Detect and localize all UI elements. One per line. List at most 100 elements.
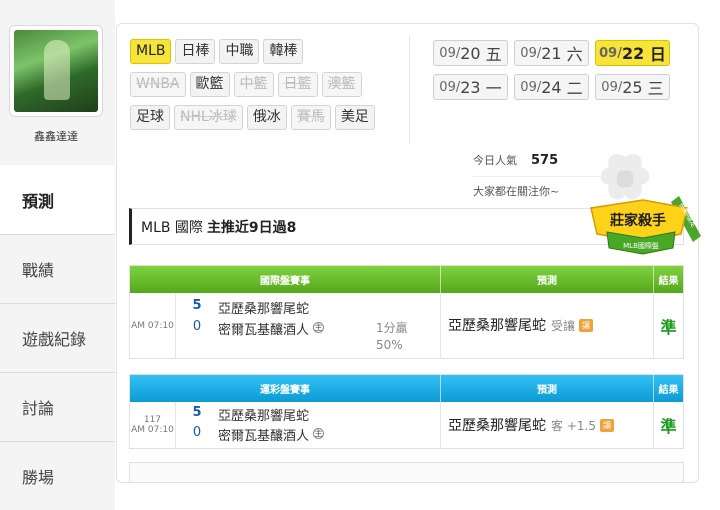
league-row: MLB 日棒 中職 韓棒 — [130, 39, 410, 64]
league-euro-basketball[interactable]: 歐籃 — [189, 72, 230, 97]
handicap-tag: 讓 — [579, 318, 594, 332]
popularity: 今日人氣 575 — [473, 152, 558, 168]
home-team-name[interactable]: 密爾瓦基釀酒人 — [218, 319, 309, 338]
date-day: 20 — [460, 43, 481, 63]
away-team: 5 亞歷桑那響尾蛇 — [176, 405, 309, 424]
date-0924[interactable]: 09/24 二 — [514, 74, 589, 100]
header-game: 運彩盤賽事 — [130, 375, 441, 402]
date-0921[interactable]: 09/21 六 — [514, 40, 589, 66]
predicted-line: 受讓 — [551, 318, 576, 333]
spread-result: 1分贏 50% — [376, 320, 408, 354]
date-month: 09/ — [439, 45, 461, 61]
username[interactable]: 鑫鑫達達 — [0, 128, 112, 144]
avatar-frame[interactable] — [9, 25, 103, 117]
date-weekday: 日 — [649, 45, 666, 64]
date-0923[interactable]: 09/23 一 — [433, 74, 508, 100]
header-prediction: 預測 — [441, 266, 654, 293]
home-indicator: 主 — [313, 428, 325, 439]
international-odds-table: 國際盤賽事 預測 結果 AM 07:10 5 亞歷桑那響尾蛇 0 密爾瓦基釀酒人… — [129, 265, 684, 359]
date-day: 23 — [460, 77, 481, 97]
prediction-cell: 亞歷桑那響尾蛇 客 +1.5 讓 — [441, 402, 654, 448]
attention-text: 大家都在關注你~ — [473, 185, 560, 198]
side-nav: 預測 戰績 遊戲紀錄 討論 勝場 — [0, 165, 115, 510]
badge-subtitle: MLB國際盤 — [623, 241, 659, 250]
league-filter: MLB 日棒 中職 韓棒 WNBA 歐籃 中籃 日籃 澳籃 足球 NHL冰球 俄… — [130, 39, 410, 138]
result-cell: 準 — [660, 417, 677, 436]
sidebar-item-record[interactable]: 戰績 — [0, 234, 115, 303]
league-russian-hockey[interactable]: 俄冰 — [246, 105, 287, 130]
date-picker: 09/20 五 09/21 六 09/22 日 09/23 一 09/24 二 … — [433, 40, 683, 108]
divider — [409, 36, 410, 144]
spread-text: 1分贏 — [376, 321, 408, 335]
league-cpbl[interactable]: 中職 — [219, 39, 260, 64]
game-time-cell: 117 AM 07:10 — [130, 402, 176, 448]
league-kbo[interactable]: 韓棒 — [263, 39, 304, 64]
header-result: 結果 — [658, 276, 679, 287]
game-time: AM 07:10 — [131, 425, 174, 435]
popularity-count: 575 — [531, 153, 559, 168]
popularity-label: 今日人氣 — [473, 154, 517, 167]
predicted-team: 亞歷桑那響尾蛇 客 +1.5 讓 — [448, 415, 614, 435]
header-game: 國際盤賽事 — [130, 266, 441, 293]
league-nhl: NHL冰球 — [174, 105, 243, 130]
next-table-edge — [129, 462, 684, 482]
badge-title: 莊家殺手 — [610, 212, 666, 229]
main-panel: MLB 日棒 中職 韓棒 WNBA 歐籃 中籃 日籃 澳籃 足球 NHL冰球 俄… — [116, 23, 701, 483]
date-row: 09/23 一 09/24 二 09/25 三 — [433, 74, 683, 100]
predicted-team-name: 亞歷桑那響尾蛇 — [448, 418, 546, 434]
away-team-name[interactable]: 亞歷桑那響尾蛇 — [218, 298, 309, 317]
game-time-cell: AM 07:10 — [130, 293, 176, 358]
away-score: 5 — [192, 298, 202, 313]
matchup-cell: 5 亞歷桑那響尾蛇 0 密爾瓦基釀酒人 主 — [176, 402, 441, 448]
date-row: 09/20 五 09/21 六 09/22 日 — [433, 40, 683, 66]
spread-percent: 50% — [376, 338, 403, 352]
matchup-cell: 5 亞歷桑那響尾蛇 0 密爾瓦基釀酒人 主 1分贏 50% — [176, 293, 441, 358]
league-row: WNBA 歐籃 中籃 日籃 澳籃 — [130, 72, 410, 97]
date-weekday: 二 — [566, 79, 583, 98]
date-day: 25 — [622, 77, 643, 97]
date-weekday: 三 — [647, 79, 664, 98]
sidebar-item-wins[interactable]: 勝場 — [0, 441, 115, 510]
sports-lottery-table: 運彩盤賽事 預測 結果 117 AM 07:10 5 亞歷桑那響尾蛇 0 密爾瓦… — [129, 374, 684, 449]
home-team-name[interactable]: 密爾瓦基釀酒人 — [218, 425, 309, 444]
sidebar: 鑫鑫達達 預測 戰績 遊戲紀錄 討論 勝場 — [0, 0, 115, 510]
date-month: 09/ — [601, 79, 623, 95]
home-score: 0 — [192, 319, 202, 334]
league-soccer[interactable]: 足球 — [130, 105, 170, 130]
league-jp-baseball[interactable]: 日棒 — [175, 39, 216, 64]
home-team: 0 密爾瓦基釀酒人 主 — [176, 319, 325, 338]
prediction-league: MLB 國際 — [141, 219, 203, 236]
date-month: 09/ — [520, 79, 542, 95]
date-weekday: 五 — [485, 45, 502, 64]
avatar[interactable] — [14, 30, 98, 112]
predicted-team: 亞歷桑那響尾蛇 受讓 讓 — [448, 315, 594, 335]
sidebar-item-game-history[interactable]: 遊戲紀錄 — [0, 303, 115, 372]
date-weekday: 六 — [566, 45, 583, 64]
league-horse-racing: 賽馬 — [290, 105, 331, 130]
table-header: 運彩盤賽事 預測 結果 — [130, 375, 683, 402]
league-wnba: WNBA — [130, 72, 186, 97]
handicap-tag: 讓 — [599, 418, 614, 432]
away-score: 5 — [192, 405, 202, 420]
bookie-killer-badge-icon: 莊家殺手 MLB國際盤 長期穩定 — [590, 196, 701, 255]
sidebar-item-predict[interactable]: 預測 — [0, 165, 115, 234]
date-month: 09/ — [520, 45, 542, 61]
predicted-line: 客 +1.5 — [551, 418, 596, 433]
league-mlb[interactable]: MLB — [130, 39, 172, 64]
league-jp-basketball: 日籃 — [277, 72, 318, 97]
away-team-name[interactable]: 亞歷桑那響尾蛇 — [218, 405, 309, 424]
date-0922[interactable]: 09/22 日 — [595, 40, 670, 66]
table-header: 國際盤賽事 預測 結果 — [130, 266, 683, 293]
date-0920[interactable]: 09/20 五 — [433, 40, 508, 66]
date-weekday: 一 — [485, 79, 502, 98]
league-au-basketball: 澳籃 — [321, 72, 362, 97]
date-0925[interactable]: 09/25 三 — [595, 74, 670, 100]
league-american-football[interactable]: 美足 — [334, 105, 375, 130]
header-prediction: 預測 — [441, 375, 654, 402]
home-indicator: 主 — [313, 322, 325, 333]
date-day: 24 — [541, 77, 562, 97]
sidebar-item-discussion[interactable]: 討論 — [0, 372, 115, 441]
table-row: AM 07:10 5 亞歷桑那響尾蛇 0 密爾瓦基釀酒人 主 1分贏 50% 亞… — [130, 293, 683, 358]
game-time: AM 07:10 — [131, 320, 174, 331]
result-cell: 準 — [660, 317, 677, 337]
